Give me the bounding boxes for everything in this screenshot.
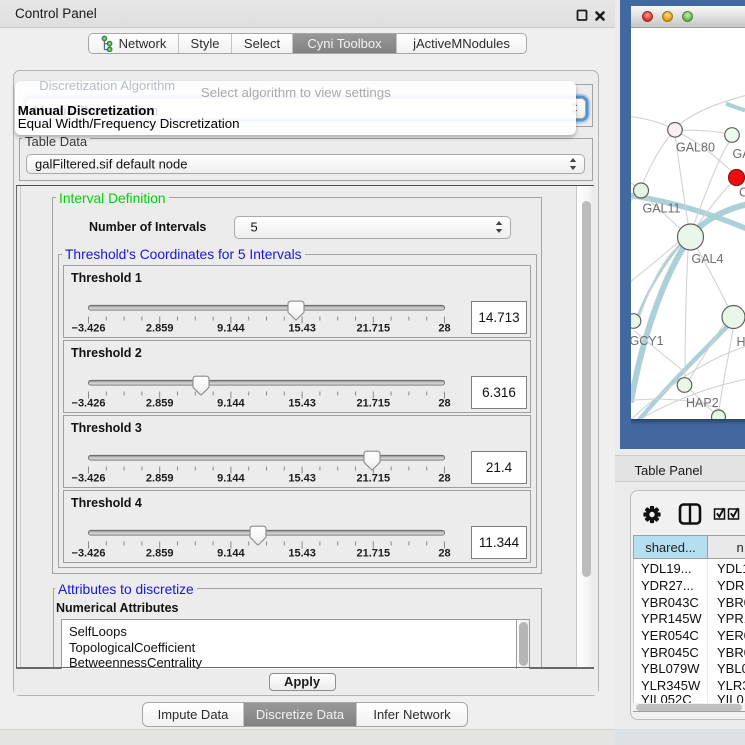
- svg-text:GCY1: GCY1: [631, 334, 664, 348]
- svg-text:21.715: 21.715: [356, 322, 390, 334]
- svg-text:21.715: 21.715: [356, 472, 390, 484]
- svg-text:H: H: [737, 335, 745, 349]
- svg-text:2.859: 2.859: [146, 397, 174, 409]
- svg-text:9.144: 9.144: [217, 322, 245, 334]
- svg-text:−3.426: −3.426: [72, 472, 106, 484]
- svg-text:15.43: 15.43: [288, 322, 316, 334]
- svg-text:9.144: 9.144: [217, 397, 245, 409]
- svg-text:GAL11: GAL11: [643, 201, 681, 215]
- svg-text:C: C: [739, 185, 745, 199]
- svg-text:21.715: 21.715: [356, 547, 390, 559]
- svg-text:15.43: 15.43: [288, 547, 316, 559]
- svg-text:28: 28: [438, 472, 450, 484]
- svg-text:GAL80: GAL80: [676, 140, 715, 154]
- svg-text:GAL4: GAL4: [692, 252, 724, 266]
- svg-text:15.43: 15.43: [288, 472, 316, 484]
- svg-text:21.715: 21.715: [356, 397, 390, 409]
- svg-text:−3.426: −3.426: [72, 397, 106, 409]
- svg-text:28: 28: [438, 547, 450, 559]
- svg-text:2.859: 2.859: [146, 547, 174, 559]
- svg-text:28: 28: [438, 322, 450, 334]
- svg-text:GA: GA: [733, 147, 745, 161]
- svg-text:2.859: 2.859: [146, 472, 174, 484]
- svg-text:28: 28: [438, 397, 450, 409]
- svg-text:HAP2: HAP2: [686, 396, 719, 410]
- svg-text:9.144: 9.144: [217, 547, 245, 559]
- svg-text:−3.426: −3.426: [72, 547, 106, 559]
- svg-text:15.43: 15.43: [288, 397, 316, 409]
- svg-text:9.144: 9.144: [217, 472, 245, 484]
- svg-text:−3.426: −3.426: [72, 322, 106, 334]
- svg-text:2.859: 2.859: [146, 322, 174, 334]
